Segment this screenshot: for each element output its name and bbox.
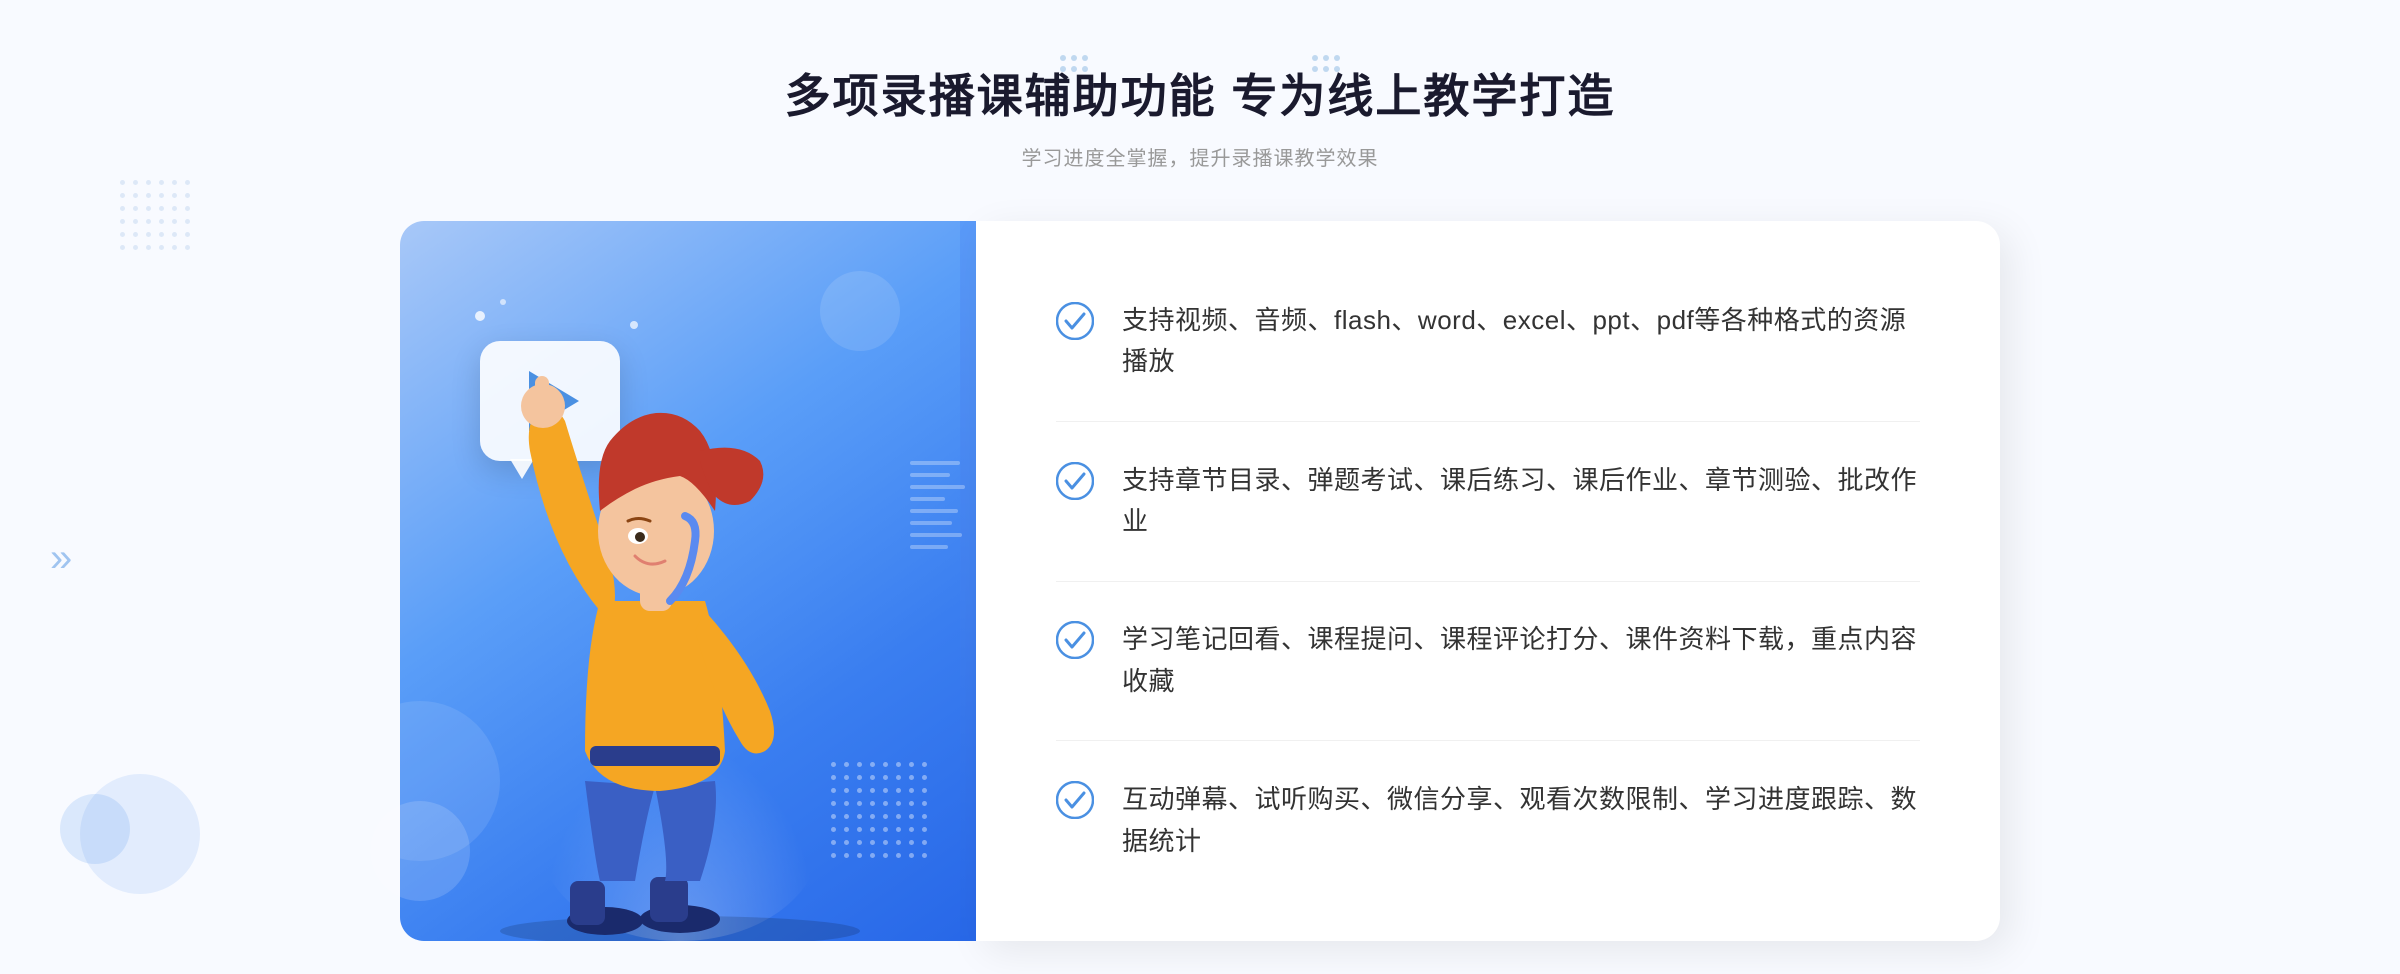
check-icon-2 (1056, 462, 1094, 500)
feature-item-2: 支持章节目录、弹题考试、课后练习、课后作业、章节测验、批改作业 (1056, 440, 1920, 563)
bg-circle-bottom-left-inner (60, 794, 130, 864)
page-container: 多项录播课辅助功能 专为线上教学打造 学习进度全掌握，提升录播课教学效果 » (0, 0, 2400, 974)
feature-item-3: 学习笔记回看、课程提问、课程评论打分、课件资料下载，重点内容收藏 (1056, 599, 1920, 722)
content-area: 支持视频、音频、flash、word、excel、ppt、pdf等各种格式的资源… (400, 221, 2000, 941)
feature-text-2: 支持章节目录、弹题考试、课后练习、课后作业、章节测验、批改作业 (1122, 460, 1920, 543)
header-section: 多项录播课辅助功能 专为线上教学打造 学习进度全掌握，提升录播课教学效果 (785, 60, 1616, 171)
feature-text-1: 支持视频、音频、flash、word、excel、ppt、pdf等各种格式的资源… (1122, 300, 1920, 383)
middle-blue-strip (960, 221, 976, 941)
right-features-panel: 支持视频、音频、flash、word、excel、ppt、pdf等各种格式的资源… (976, 221, 2000, 941)
page-subtitle: 学习进度全掌握，提升录播课教学效果 (785, 142, 1616, 171)
bg-dots-top-left (120, 180, 192, 252)
page-title: 多项录播课辅助功能 专为线上教学打造 (785, 60, 1616, 126)
divider-3 (1056, 740, 1920, 741)
feature-item-1: 支持视频、音频、flash、word、excel、ppt、pdf等各种格式的资源… (1056, 280, 1920, 403)
feature-text-3: 学习笔记回看、课程提问、课程评论打分、课件资料下载，重点内容收藏 (1122, 619, 1920, 702)
check-icon-3 (1056, 621, 1094, 659)
left-illustration-panel (400, 221, 960, 941)
check-icon-4 (1056, 781, 1094, 819)
divider-2 (1056, 581, 1920, 582)
divider-1 (1056, 421, 1920, 422)
left-arrow-deco: » (50, 536, 72, 581)
check-icon-1 (1056, 302, 1094, 340)
title-row: 多项录播课辅助功能 专为线上教学打造 (785, 60, 1616, 126)
character-illustration (400, 221, 960, 941)
feature-item-4: 互动弹幕、试听购买、微信分享、观看次数限制、学习进度跟踪、数据统计 (1056, 759, 1920, 882)
feature-text-4: 互动弹幕、试听购买、微信分享、观看次数限制、学习进度跟踪、数据统计 (1122, 779, 1920, 862)
